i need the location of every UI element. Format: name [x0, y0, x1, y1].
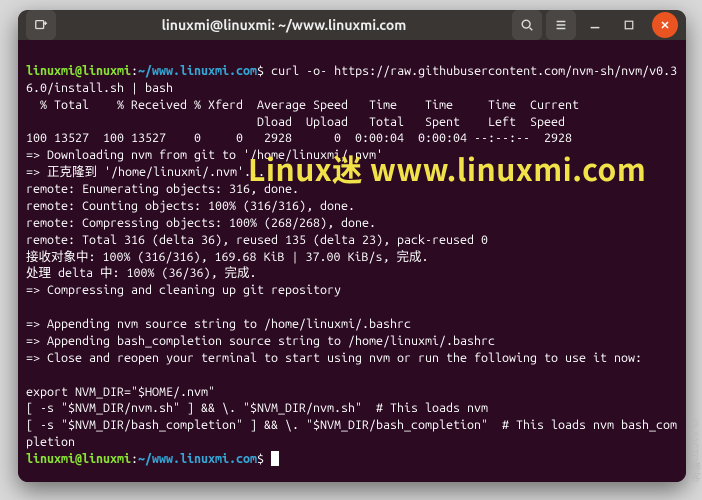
out-line: [ -s "$NVM_DIR/bash_completion" ] && \. … — [26, 418, 677, 449]
terminal-body[interactable]: linuxmi@linuxmi:~/www.linuxmi.com$ curl … — [18, 40, 686, 482]
out-line: => Downloading nvm from git to '/home/li… — [26, 148, 383, 162]
out-line: => Close and reopen your terminal to sta… — [26, 351, 642, 365]
prompt-sep: : — [131, 64, 138, 78]
prompt-user: linuxmi@linuxmi — [26, 64, 131, 78]
cursor — [271, 451, 279, 466]
side-credit: © 51CTO博客 — [687, 418, 702, 482]
prompt-path: ~/www.linuxmi.com — [138, 64, 257, 78]
curl-header2: Dload Upload Total Spent Left Speed — [26, 115, 565, 129]
titlebar: linuxmi@linuxmi: ~/www.linuxmi.com — [18, 10, 686, 40]
curl-header1: % Total % Received % Xferd Average Speed… — [26, 98, 579, 112]
out-line: => Compressing and cleaning up git repos… — [26, 283, 341, 297]
out-line: remote: Counting objects: 100% (316/316)… — [26, 199, 355, 213]
maximize-button[interactable] — [614, 10, 644, 40]
out-line: remote: Enumerating objects: 316, done. — [26, 182, 299, 196]
minimize-button[interactable] — [580, 10, 610, 40]
out-line: 处理 delta 中: 100% (36/36), 完成. — [26, 266, 257, 280]
out-line: export NVM_DIR="$HOME/.nvm" — [26, 385, 215, 399]
out-line: => Appending nvm source string to /home/… — [26, 317, 411, 331]
out-line: => Appending bash_completion source stri… — [26, 334, 495, 348]
out-line: remote: Compressing objects: 100% (268/2… — [26, 216, 376, 230]
search-button[interactable] — [512, 10, 542, 40]
prompt-user: linuxmi@linuxmi — [26, 452, 131, 466]
out-line: remote: Total 316 (delta 36), reused 135… — [26, 233, 488, 247]
terminal-window: linuxmi@linuxmi: ~/www.linuxmi.com linux… — [18, 10, 686, 482]
prompt-dollar: $ — [257, 64, 264, 78]
close-button[interactable] — [652, 12, 678, 38]
new-tab-button[interactable] — [26, 10, 56, 40]
out-line: 接收对象中: 100% (316/316), 169.68 KiB | 37.0… — [26, 250, 429, 264]
prompt-path: ~/www.linuxmi.com — [138, 452, 257, 466]
curl-row: 100 13527 100 13527 0 0 2928 0 0:00:04 0… — [26, 131, 572, 145]
window-title: linuxmi@linuxmi: ~/www.linuxmi.com — [60, 17, 508, 33]
menu-button[interactable] — [546, 10, 576, 40]
out-line: => 正克隆到 '/home/linuxmi/.nvm'... — [26, 165, 265, 179]
out-line: [ -s "$NVM_DIR/nvm.sh" ] && \. "$NVM_DIR… — [26, 401, 488, 415]
